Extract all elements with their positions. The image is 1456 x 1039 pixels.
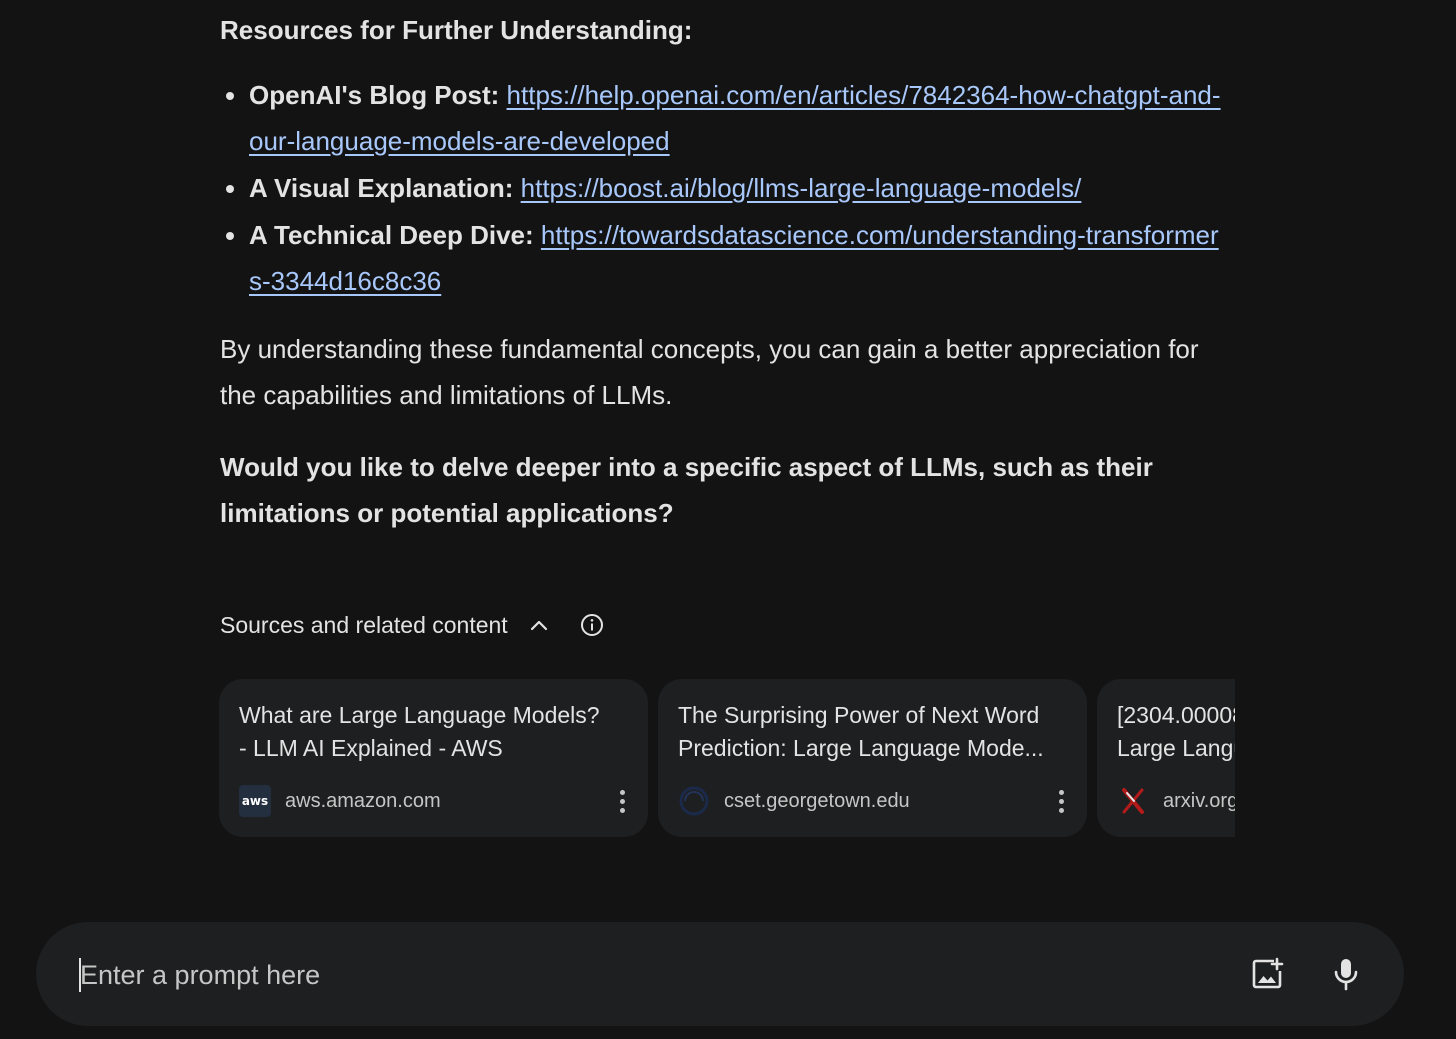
resource-label: OpenAI's Blog Post: [249, 80, 500, 110]
sources-carousel: What are Large Language Models? - LLM AI… [219, 679, 1235, 839]
source-card-title: [2304.00008 Large Language [1117, 702, 1235, 761]
source-card[interactable]: [2304.00008 Large Language arxiv.org [1097, 679, 1235, 837]
arxiv-logo-icon [1117, 785, 1149, 817]
source-card-footer: aws aws.amazon.com [239, 783, 634, 819]
prompt-input[interactable] [78, 950, 1182, 1000]
cset-logo-icon [678, 785, 710, 817]
summary-paragraph: By understanding these fundamental conce… [220, 334, 1199, 410]
source-card-footer: cset.georgetown.edu [678, 783, 1073, 819]
source-domain: aws.amazon.com [285, 789, 441, 812]
sources-toggle-label[interactable]: Sources and related content [220, 612, 508, 639]
chat-page: Resources for Further Understanding: Ope… [0, 0, 1456, 1039]
text-cursor [79, 958, 81, 992]
sources-header: Sources and related content [220, 606, 604, 644]
source-card[interactable]: The Surprising Power of Next Word Predic… [658, 679, 1087, 837]
source-card-footer: arxiv.org [1117, 783, 1235, 819]
follow-up-question: Would you like to delve deeper into a sp… [220, 452, 1153, 528]
info-icon[interactable] [580, 613, 604, 637]
response-content: Resources for Further Understanding: Ope… [220, 10, 1230, 536]
source-domain: arxiv.org [1163, 789, 1235, 812]
resource-link[interactable]: https://boost.ai/blog/llms-large-languag… [521, 173, 1082, 203]
resource-label: A Technical Deep Dive: [249, 220, 534, 250]
resource-label: A Visual Explanation: [249, 173, 514, 203]
source-card-title: What are Large Language Models? - LLM AI… [239, 702, 600, 761]
source-card-title: The Surprising Power of Next Word Predic… [678, 702, 1044, 761]
chevron-up-icon[interactable] [528, 614, 550, 636]
source-card[interactable]: What are Large Language Models? - LLM AI… [219, 679, 648, 837]
resource-item: A Visual Explanation: https://boost.ai/b… [249, 165, 1230, 211]
source-domain: cset.georgetown.edu [724, 789, 910, 812]
aws-logo-icon: aws [239, 785, 271, 817]
resource-item: A Technical Deep Dive: https://towardsda… [249, 212, 1230, 304]
resource-item: OpenAI's Blog Post: https://help.openai.… [249, 72, 1230, 164]
microphone-icon[interactable] [1322, 950, 1370, 998]
add-image-icon[interactable] [1243, 950, 1291, 998]
prompt-bar [36, 922, 1404, 1026]
more-vert-icon[interactable] [1049, 785, 1073, 817]
resources-list: OpenAI's Blog Post: https://help.openai.… [220, 72, 1230, 304]
resources-heading: Resources for Further Understanding: [220, 15, 693, 45]
more-vert-icon[interactable] [610, 785, 634, 817]
